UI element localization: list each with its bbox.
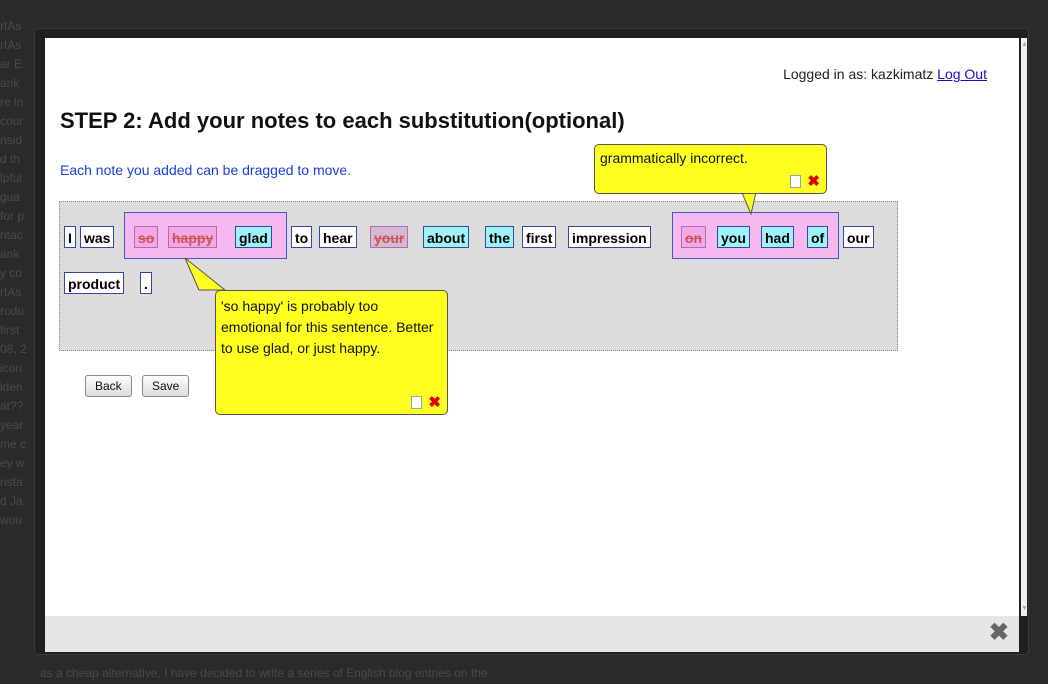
token-deleted[interactable]: so	[134, 226, 159, 248]
back-button[interactable]: Back	[85, 375, 132, 397]
edit-note-icon[interactable]	[410, 395, 422, 409]
drag-hint: Each note you added can be dragged to mo…	[60, 162, 352, 178]
token[interactable]: product	[64, 272, 125, 294]
token-inserted[interactable]: you	[717, 226, 750, 248]
token[interactable]: I	[64, 226, 76, 248]
note-on-of[interactable]: grammatically incorrect. ✖	[594, 144, 827, 194]
delete-note-icon[interactable]: ✖	[807, 173, 820, 190]
background-bottom-text: as a cheap alternative, I have decided t…	[40, 666, 488, 680]
token[interactable]: our	[843, 226, 874, 248]
edit-note-icon[interactable]	[789, 174, 801, 188]
token-inserted[interactable]: glad	[235, 226, 272, 248]
token-deleted[interactable]: on	[681, 226, 707, 248]
note-actions: ✖	[789, 172, 820, 190]
token-inserted[interactable]: the	[485, 226, 514, 248]
logout-link[interactable]: Log Out	[937, 66, 987, 82]
token-inserted[interactable]: of	[807, 226, 829, 248]
scroll-up-arrow-icon[interactable]: ▲	[1021, 40, 1028, 50]
token-inserted[interactable]: had	[761, 226, 794, 248]
note-text: grammatically incorrect.	[600, 150, 748, 166]
note-actions: ✖	[410, 393, 441, 411]
vertical-scrollbar[interactable]: ▲ ▼	[1021, 38, 1028, 616]
delete-note-icon[interactable]: ✖	[428, 394, 441, 411]
page-title: STEP 2: Add your notes to each substitut…	[60, 108, 625, 133]
token[interactable]: hear	[319, 226, 357, 248]
note-so-happy[interactable]: 'so happy' is probably too emotional for…	[215, 290, 448, 415]
scroll-down-arrow-icon[interactable]: ▼	[1021, 604, 1028, 614]
modal-content: Logged in as: kazkimatz Log Out STEP 2: …	[45, 38, 1019, 616]
login-status: Logged in as: kazkimatz Log Out	[783, 66, 987, 82]
modal-footer: ✖	[45, 616, 1019, 652]
token[interactable]: impression	[568, 226, 651, 248]
close-icon[interactable]: ✖	[989, 621, 1009, 645]
token-deleted[interactable]: your	[370, 226, 409, 248]
token[interactable]: .	[140, 272, 152, 294]
note-text: 'so happy' is probably too emotional for…	[221, 298, 434, 356]
note-pointer	[739, 187, 758, 216]
token-deleted[interactable]: happy	[168, 226, 218, 248]
token[interactable]: first	[522, 226, 557, 248]
save-button[interactable]: Save	[142, 375, 190, 397]
token-inserted[interactable]: about	[423, 226, 470, 248]
logged-in-text: Logged in as: kazkimatz	[783, 66, 934, 82]
token[interactable]: to	[291, 226, 313, 248]
token[interactable]: was	[80, 226, 115, 248]
